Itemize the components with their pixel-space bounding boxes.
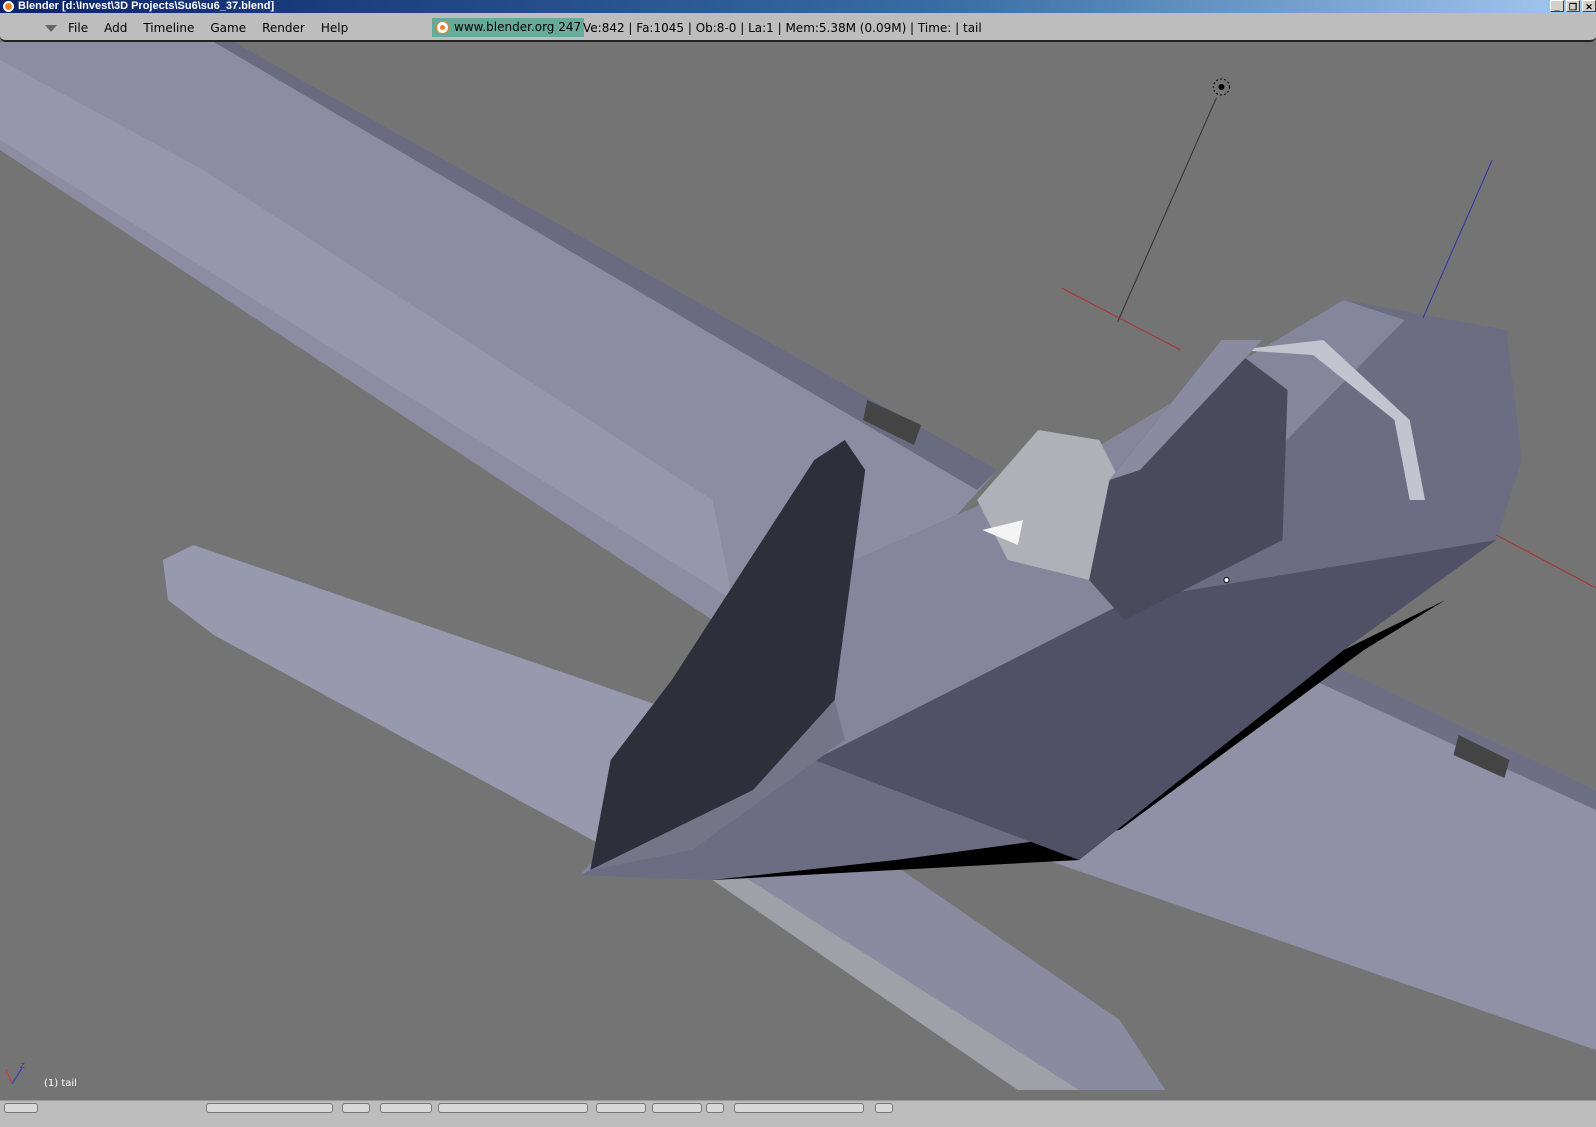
panel-button[interactable]	[875, 1103, 893, 1113]
blender-site-link[interactable]: www.blender.org 247	[432, 18, 585, 37]
menu-help[interactable]: Help	[321, 21, 348, 35]
axis-z-label: Z	[20, 1062, 25, 1070]
collapse-menu-icon[interactable]	[45, 25, 57, 32]
layer-buttons-1[interactable]	[596, 1103, 646, 1113]
title-bar: Blender [d:\Invest\3D Projects\Su6\su6_3…	[0, 0, 1596, 13]
3d-cursor	[1223, 577, 1230, 583]
shading-button[interactable]	[380, 1103, 432, 1113]
editor-type-button[interactable]	[4, 1103, 38, 1113]
info-header: File Add Timeline Game Render Help www.b…	[0, 13, 1596, 42]
3d-viewport[interactable]	[0, 42, 1596, 1100]
maximize-button[interactable]: ❐	[1566, 0, 1580, 12]
scene-stats: Ve:842 | Fa:1045 | Ob:8-0 | La:1 | Mem:5…	[583, 21, 982, 35]
draw-type-button[interactable]	[342, 1103, 370, 1113]
axis-gizmo-icon: X Z	[4, 1062, 25, 1088]
menu-add[interactable]: Add	[104, 21, 127, 35]
lock-button[interactable]	[706, 1103, 724, 1113]
blender-logo-icon	[437, 22, 448, 33]
menu-timeline[interactable]: Timeline	[143, 21, 194, 35]
render-button[interactable]	[734, 1103, 864, 1113]
minimize-button[interactable]: _	[1550, 0, 1564, 12]
site-label: www.blender.org 247	[454, 20, 582, 34]
active-object-label: (1) tail	[44, 1078, 77, 1089]
axis-x-label: X	[4, 1068, 9, 1076]
close-button[interactable]: ✕	[1582, 0, 1596, 12]
3d-view-header	[0, 1100, 1596, 1127]
menu-game[interactable]: Game	[210, 21, 246, 35]
pivot-select[interactable]	[438, 1103, 588, 1113]
menu-file[interactable]: File	[68, 21, 88, 35]
menu-render[interactable]: Render	[262, 21, 305, 35]
window-title: Blender [d:\Invest\3D Projects\Su6\su6_3…	[18, 0, 275, 12]
layer-buttons-2[interactable]	[652, 1103, 702, 1113]
tail-stabilizer-left	[162, 545, 672, 850]
blender-logo-icon	[3, 1, 14, 12]
mode-select[interactable]	[206, 1103, 333, 1113]
